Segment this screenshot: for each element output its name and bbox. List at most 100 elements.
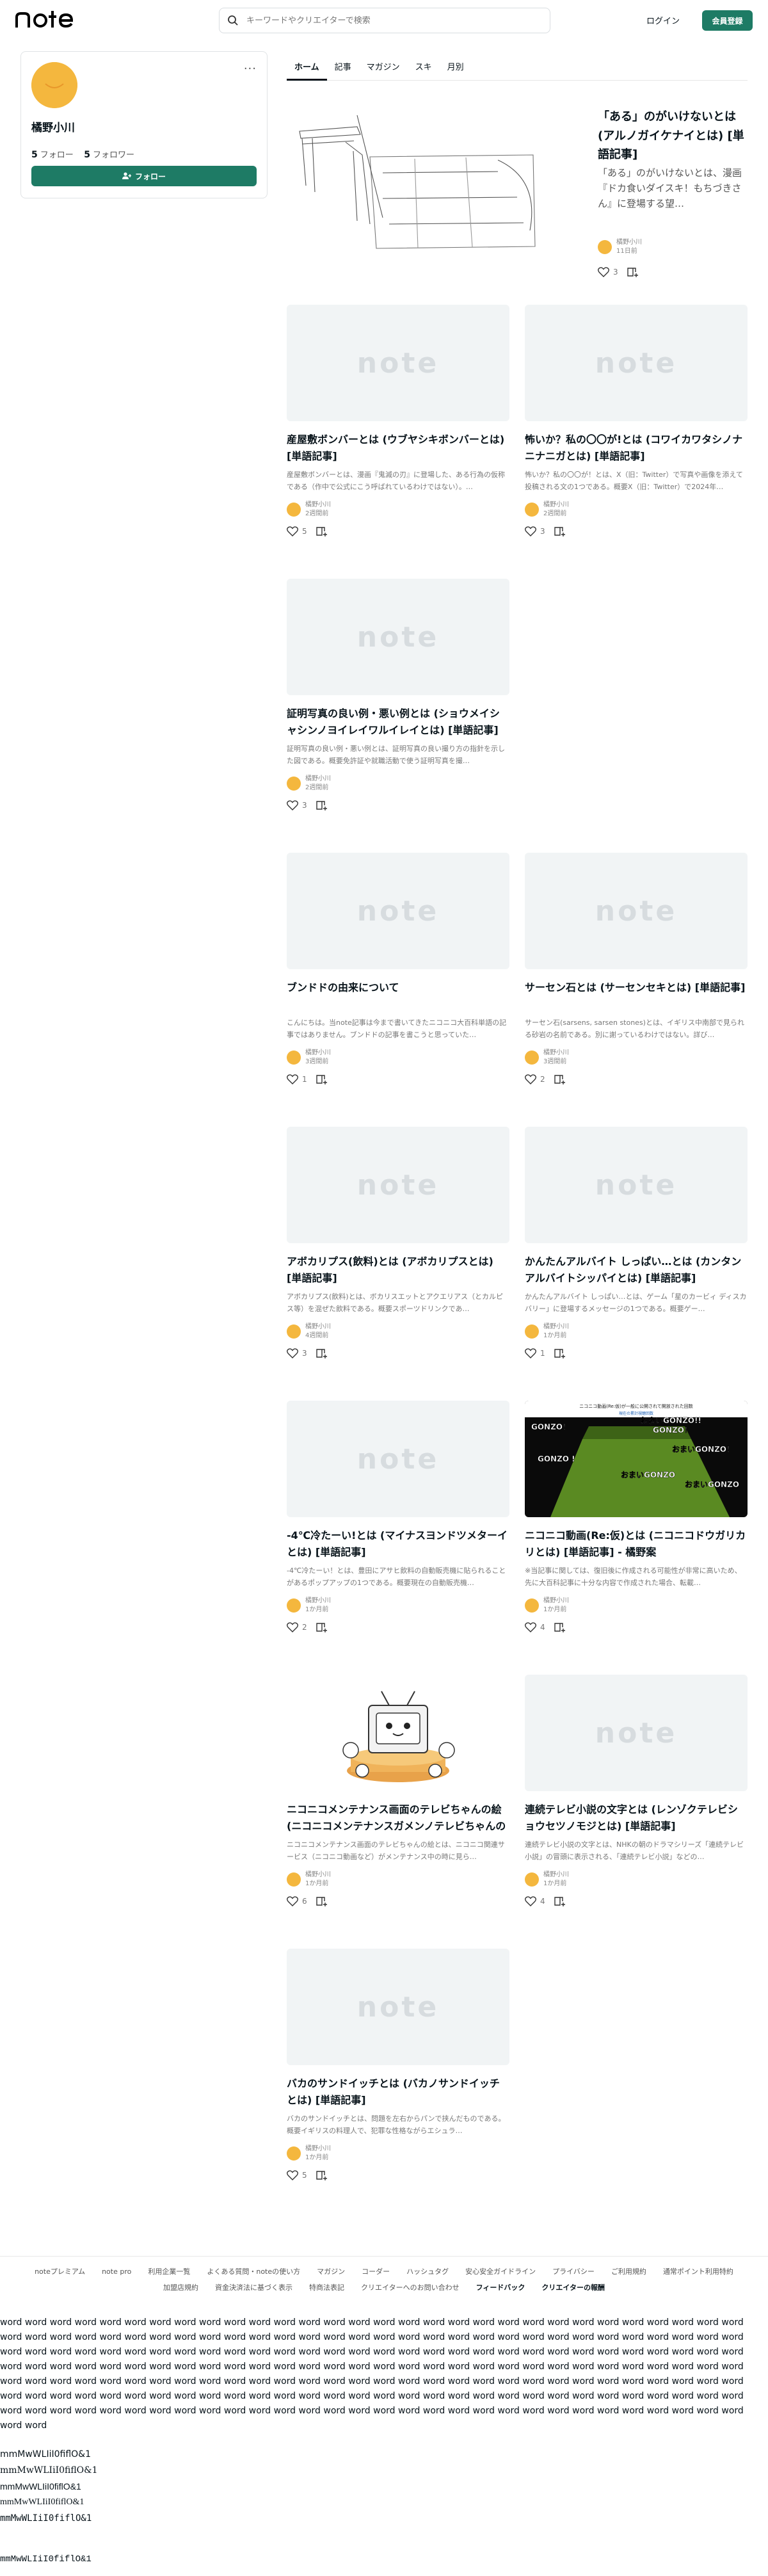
- search-box[interactable]: [219, 8, 550, 33]
- tab-likes[interactable]: スキ: [408, 51, 440, 81]
- like-button[interactable]: 3: [525, 526, 545, 536]
- login-link[interactable]: ログイン: [646, 14, 680, 26]
- footer-link[interactable]: 加盟店規約: [163, 2280, 198, 2295]
- article-card[interactable]: note 連続テレビ小説の文字とは (レンゾクテレビショウセツノモジとは) [単…: [525, 1675, 748, 1944]
- save-to-magazine-button[interactable]: [316, 1348, 328, 1358]
- article-card[interactable]: note ブンドドの由来について こんにちは。当note記事は今まで書いてきたニ…: [287, 853, 509, 1122]
- article-title[interactable]: 連続テレビ小説の文字とは (レンゾクテレビショウセツノモジとは) [単語記事]: [525, 1801, 748, 1835]
- author-avatar[interactable]: [525, 1324, 539, 1339]
- article-card[interactable]: note アボカリプス(飲料)とは (アボカリプスとは) [単語記事] アボカリ…: [287, 1127, 509, 1396]
- author-name[interactable]: 橘野小川: [543, 1049, 569, 1058]
- avatar[interactable]: [31, 62, 77, 108]
- article-thumbnail[interactable]: note: [525, 1675, 748, 1791]
- save-to-magazine-button[interactable]: [316, 1622, 328, 1632]
- like-button[interactable]: 3: [598, 267, 618, 277]
- author-avatar[interactable]: [287, 1051, 301, 1065]
- like-button[interactable]: 4: [525, 1896, 545, 1906]
- save-to-magazine-button[interactable]: [316, 800, 328, 810]
- article-thumbnail[interactable]: note: [525, 305, 748, 421]
- author-name[interactable]: 橘野小川: [305, 1597, 331, 1606]
- save-to-magazine-button[interactable]: [316, 1074, 328, 1084]
- featured-title[interactable]: 「ある」のがいけないとは (アルノガイケナイとは) [単語記事]: [598, 108, 748, 165]
- author-name[interactable]: 橘野小川: [305, 1049, 331, 1058]
- article-title[interactable]: ニコニコメンテナンス画面のテレビちゃんの絵 (ニコニコメンテナンスガメンノテレビ…: [287, 1801, 509, 1835]
- author-name[interactable]: 橘野小川: [543, 1323, 569, 1332]
- author-avatar[interactable]: [287, 503, 301, 517]
- like-button[interactable]: 1: [525, 1348, 545, 1358]
- article-title[interactable]: ブンドドの由来について: [287, 979, 509, 1013]
- footer-link[interactable]: よくある質問・noteの使い方: [207, 2264, 300, 2279]
- like-button[interactable]: 6: [287, 1896, 307, 1906]
- following-link[interactable]: 5 フォロー: [31, 150, 74, 160]
- article-title[interactable]: 産屋敷ボンバーとは (ウブヤシキボンバーとは) [単語記事]: [287, 431, 509, 465]
- author-avatar[interactable]: [287, 2146, 301, 2161]
- footer-link[interactable]: ハッシュタグ: [406, 2264, 449, 2279]
- save-to-magazine-button[interactable]: [554, 1896, 566, 1906]
- author-name[interactable]: 橘野小川: [305, 775, 331, 784]
- footer-link[interactable]: クリエイターへのお問い合わせ: [361, 2280, 460, 2295]
- footer-link[interactable]: 通常ポイント利用特約: [663, 2264, 733, 2279]
- follow-button[interactable]: フォロー: [31, 166, 257, 186]
- note-logo[interactable]: [15, 11, 82, 33]
- article-card[interactable]: note 怖いか？私の〇〇が!とは (コワイカワタシノナニナニガとは) [単語記…: [525, 305, 748, 574]
- more-options-icon[interactable]: ···: [244, 62, 257, 76]
- save-to-magazine-button[interactable]: [316, 2170, 328, 2180]
- article-card[interactable]: ニコニコ動画(Re:仮)が一般に公開されて開放された回数 現在の累計視聴回数 G…: [525, 1401, 748, 1670]
- article-title[interactable]: 証明写真の良い例・悪い例とは (ショウメイシャシンノヨイレイワルイレイとは) […: [287, 705, 509, 739]
- article-thumbnail[interactable]: note: [287, 579, 509, 695]
- footer-link-bold[interactable]: フィードバック: [476, 2280, 525, 2295]
- article-card[interactable]: note バカのサンドイッチとは (バカノサンドイッチとは) [単語記事] バカ…: [287, 1949, 509, 2218]
- footer-link[interactable]: マガジン: [317, 2264, 345, 2279]
- like-button[interactable]: 2: [525, 1074, 545, 1084]
- footer-link[interactable]: コーダー: [362, 2264, 390, 2279]
- article-title[interactable]: バカのサンドイッチとは (バカノサンドイッチとは) [単語記事]: [287, 2075, 509, 2109]
- save-to-magazine-button[interactable]: [554, 1074, 566, 1084]
- author-name[interactable]: 橘野小川: [305, 1323, 331, 1332]
- article-title[interactable]: サーセン石とは (サーセンセキとは) [単語記事]: [525, 979, 748, 1013]
- footer-link[interactable]: 安心安全ガイドライン: [465, 2264, 536, 2279]
- author-avatar[interactable]: [287, 1598, 301, 1613]
- author-avatar[interactable]: [525, 1598, 539, 1613]
- followers-link[interactable]: 5 フォロワー: [84, 150, 134, 160]
- save-to-magazine-button[interactable]: [627, 267, 639, 277]
- like-button[interactable]: 5: [287, 2170, 307, 2180]
- like-button[interactable]: 1: [287, 1074, 307, 1084]
- author-name[interactable]: 橘野小川: [305, 501, 331, 510]
- footer-link[interactable]: note pro: [102, 2264, 131, 2279]
- author-name[interactable]: 橘野小川: [305, 1871, 331, 1880]
- article-thumbnail[interactable]: note: [525, 1127, 748, 1243]
- footer-link[interactable]: noteプレミアム: [35, 2264, 85, 2279]
- article-thumbnail[interactable]: [287, 1675, 509, 1791]
- save-to-magazine-button[interactable]: [554, 1348, 566, 1358]
- author-name[interactable]: 橘野小川: [543, 1597, 569, 1606]
- article-card[interactable]: note かんたんアルバイト しっぱい…とは (カンタンアルバイトシッパイとは)…: [525, 1127, 748, 1396]
- author-name[interactable]: 橘野小川: [543, 1871, 569, 1880]
- article-card[interactable]: note -4℃冷たーい!とは (マイナスヨンドツメターイとは) [単語記事] …: [287, 1401, 509, 1670]
- author-name[interactable]: 橘野小川: [616, 238, 642, 247]
- save-to-magazine-button[interactable]: [316, 1896, 328, 1906]
- article-thumbnail[interactable]: note: [287, 1949, 509, 2065]
- article-title[interactable]: -4℃冷たーい!とは (マイナスヨンドツメターイとは) [単語記事]: [287, 1527, 509, 1561]
- like-button[interactable]: 2: [287, 1622, 307, 1632]
- tab-home[interactable]: ホーム: [287, 51, 327, 81]
- author-name[interactable]: 橘野小川: [543, 501, 569, 510]
- footer-link-bold[interactable]: クリエイターの報酬: [541, 2280, 605, 2295]
- tab-articles[interactable]: 記事: [327, 51, 359, 81]
- article-thumbnail[interactable]: note: [287, 1401, 509, 1517]
- footer-link[interactable]: 利用企業一覧: [148, 2264, 190, 2279]
- article-thumbnail[interactable]: note: [287, 853, 509, 969]
- author-avatar[interactable]: [598, 240, 612, 254]
- author-avatar[interactable]: [525, 1051, 539, 1065]
- like-button[interactable]: 3: [287, 800, 307, 810]
- footer-link[interactable]: 特商法表記: [309, 2280, 344, 2295]
- author-name[interactable]: 橘野小川: [305, 2145, 331, 2153]
- article-card[interactable]: note サーセン石とは (サーセンセキとは) [単語記事] サーセン石(sar…: [525, 853, 748, 1122]
- like-button[interactable]: 5: [287, 526, 307, 536]
- author-avatar[interactable]: [287, 777, 301, 791]
- footer-link[interactable]: 資金決済法に基づく表示: [215, 2280, 292, 2295]
- search-input[interactable]: [246, 15, 550, 26]
- article-card[interactable]: ニコニコメンテナンス画面のテレビちゃんの絵 (ニコニコメンテナンスガメンノテレビ…: [287, 1675, 509, 1944]
- author-avatar[interactable]: [287, 1324, 301, 1339]
- footer-link[interactable]: ご利用規約: [611, 2264, 646, 2279]
- article-thumbnail[interactable]: note: [525, 853, 748, 969]
